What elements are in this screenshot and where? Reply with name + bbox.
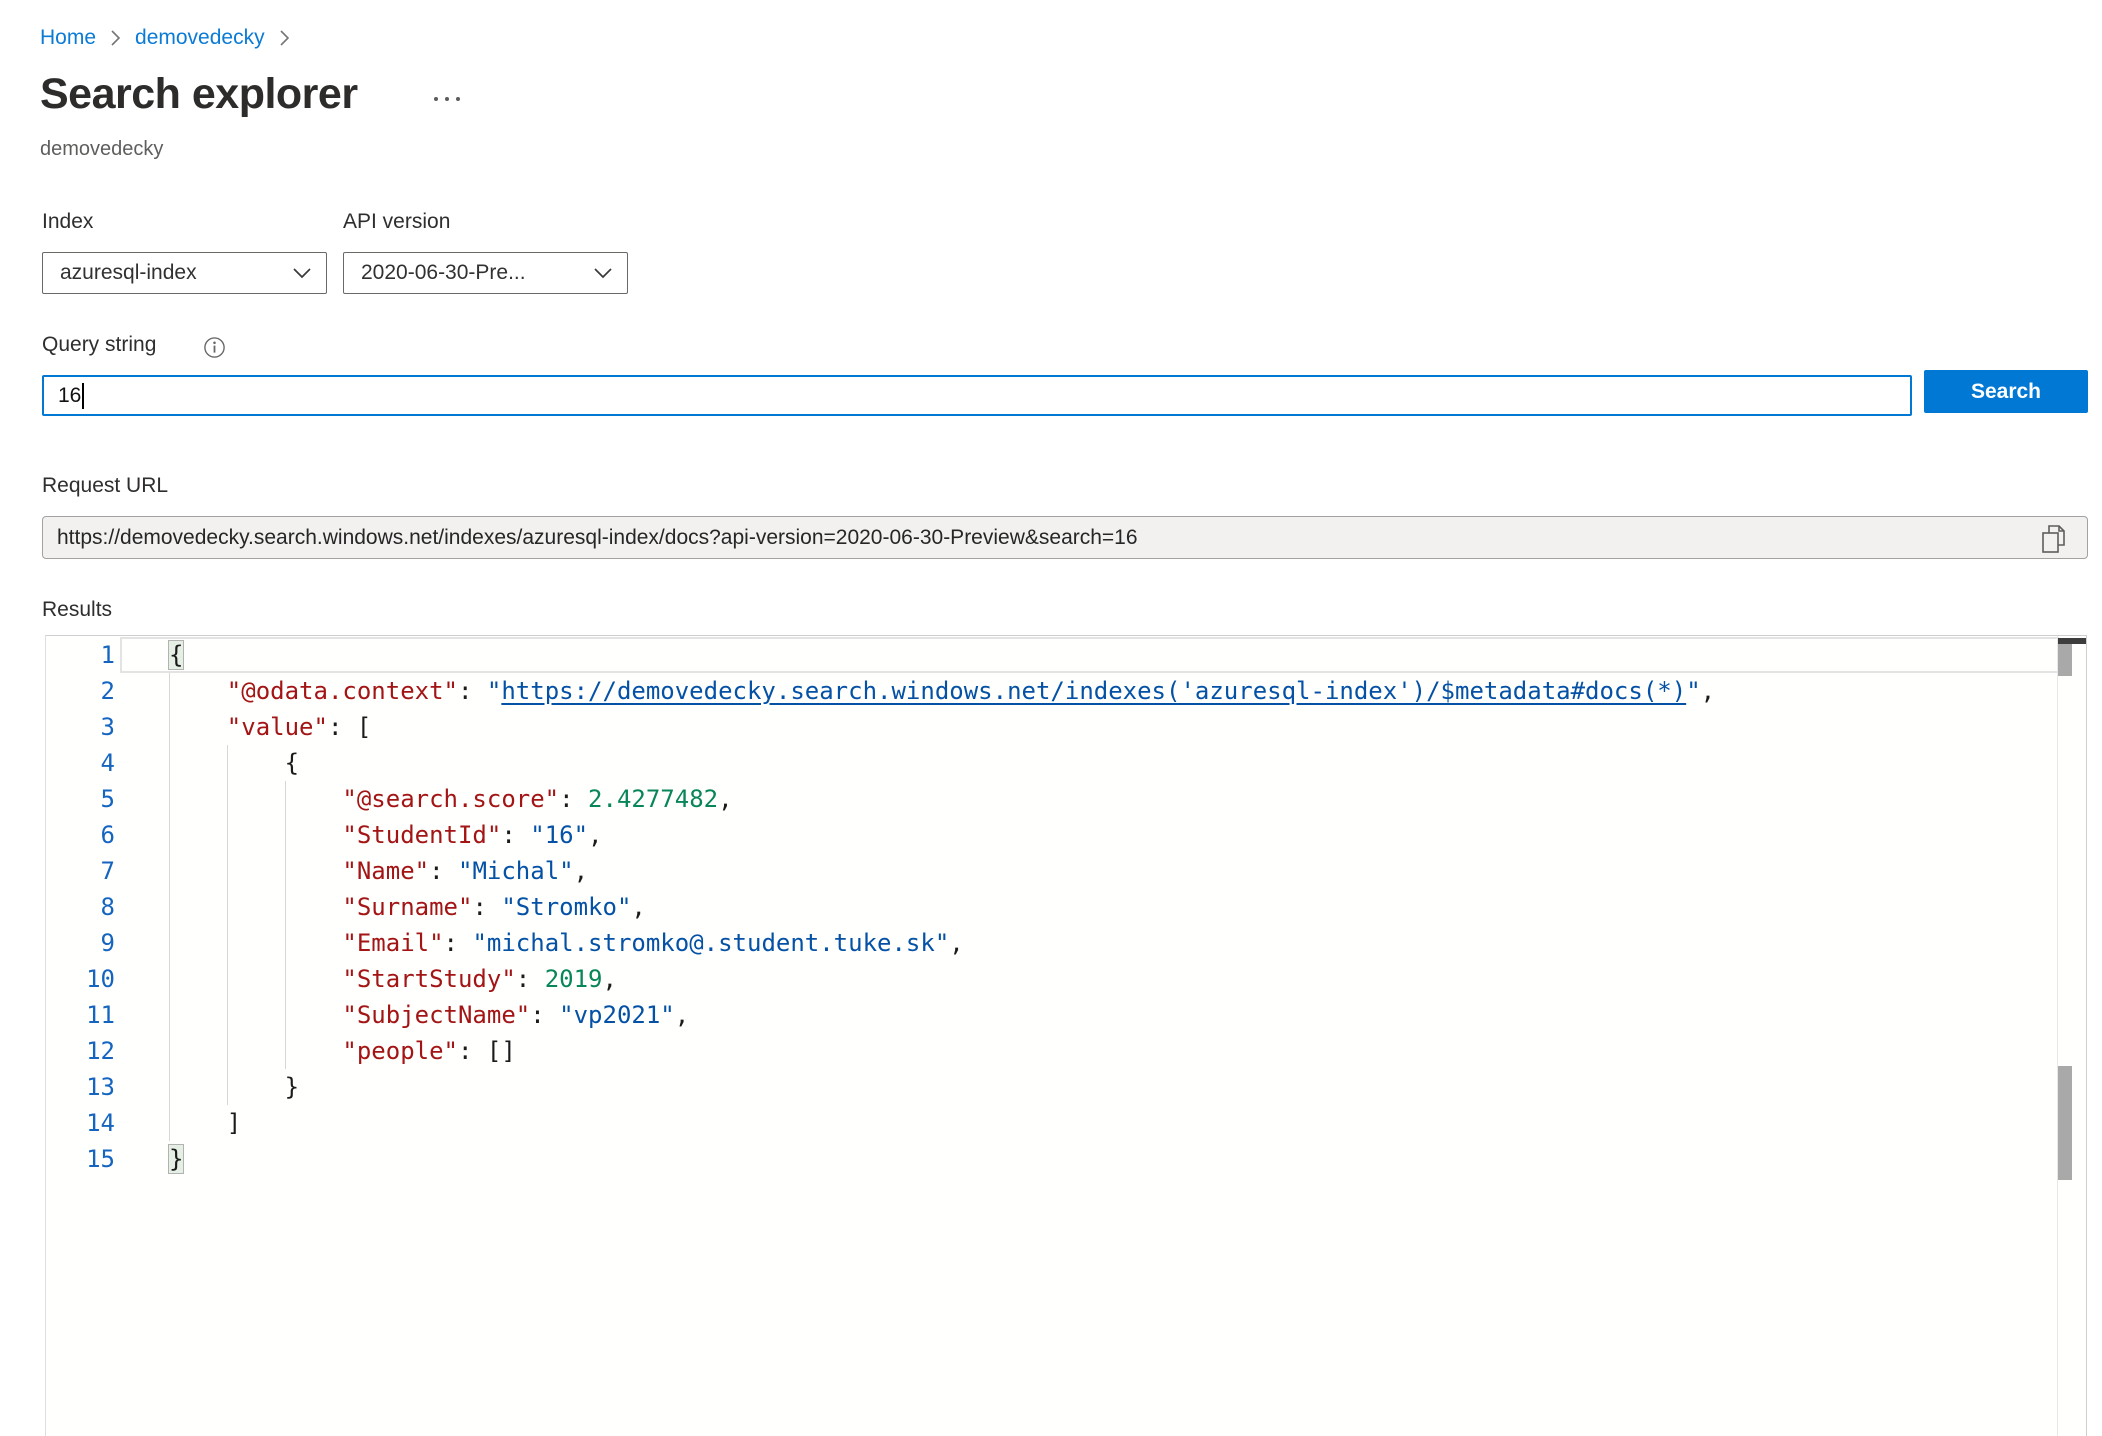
copy-icon[interactable]: [2040, 524, 2068, 554]
line-number: 4: [46, 745, 115, 781]
code-line[interactable]: 6 "StudentId": "16",: [46, 817, 2057, 853]
line-number: 3: [46, 709, 115, 745]
search-button[interactable]: Search: [1924, 370, 2088, 413]
breadcrumb-link-demovedecky[interactable]: demovedecky: [135, 26, 265, 50]
chevron-right-icon: [110, 29, 121, 47]
code-text: "SubjectName": "vp2021",: [115, 997, 689, 1033]
code-line[interactable]: 12 "people": []: [46, 1033, 2057, 1069]
code-text: "StudentId": "16",: [115, 817, 603, 853]
line-number: 13: [46, 1069, 115, 1105]
line-number: 15: [46, 1141, 115, 1177]
code-text: "value": [: [115, 709, 371, 745]
api-version-dropdown[interactable]: 2020-06-30-Pre...: [343, 252, 628, 294]
query-string-label: Query string: [42, 333, 156, 357]
line-number: 10: [46, 961, 115, 997]
line-number: 12: [46, 1033, 115, 1069]
code-text: }: [115, 1141, 183, 1177]
code-text: ]: [115, 1105, 241, 1141]
api-version-dropdown-value: 2020-06-30-Pre...: [361, 261, 526, 285]
results-label: Results: [42, 598, 112, 622]
scrollbar-thumb[interactable]: [2058, 1066, 2072, 1180]
line-number: 2: [46, 673, 115, 709]
odata-context-link[interactable]: https://demovedecky.search.windows.net/i…: [501, 677, 1686, 705]
code-text: "Name": "Michal",: [115, 853, 588, 889]
code-line[interactable]: 2 "@odata.context": "https://demovedecky…: [46, 673, 2057, 709]
api-version-label: API version: [343, 210, 450, 234]
line-number: 8: [46, 889, 115, 925]
code-text: {: [115, 745, 299, 781]
index-dropdown-value: azuresql-index: [60, 261, 197, 285]
code-text: {: [115, 637, 183, 673]
code-text: "Surname": "Stromko",: [115, 889, 646, 925]
code-text: "@search.score": 2.4277482,: [115, 781, 733, 817]
chevron-right-icon: [279, 29, 290, 47]
code-line[interactable]: 7 "Name": "Michal",: [46, 853, 2057, 889]
editor-scrollbar: [2057, 636, 2086, 1436]
page-subtitle: demovedecky: [40, 138, 163, 161]
code-text: }: [115, 1069, 299, 1105]
page-title: Search explorer: [40, 70, 358, 119]
code-line[interactable]: 13 }: [46, 1069, 2057, 1105]
results-json-editor[interactable]: 1{2 "@odata.context": "https://demovedec…: [45, 635, 2087, 1436]
query-string-value: 16: [58, 384, 81, 408]
line-number: 14: [46, 1105, 115, 1141]
chevron-down-icon: [292, 267, 312, 279]
line-number: 5: [46, 781, 115, 817]
code-line[interactable]: 8 "Surname": "Stromko",: [46, 889, 2057, 925]
request-url-field[interactable]: https://demovedecky.search.windows.net/i…: [42, 516, 2088, 559]
code-text: "StartStudy": 2019,: [115, 961, 617, 997]
breadcrumb: Home demovedecky: [40, 26, 290, 50]
code-line[interactable]: 1{: [46, 637, 2057, 673]
scrollbar-thumb[interactable]: [2058, 644, 2072, 676]
line-number: 9: [46, 925, 115, 961]
code-line[interactable]: 9 "Email": "michal.stromko@.student.tuke…: [46, 925, 2057, 961]
code-text: "Email": "michal.stromko@.student.tuke.s…: [115, 925, 964, 961]
code-line[interactable]: 15}: [46, 1141, 2057, 1177]
code-text: "@odata.context": "https://demovedecky.s…: [115, 673, 1715, 709]
chevron-down-icon: [593, 267, 613, 279]
breadcrumb-link-home[interactable]: Home: [40, 26, 96, 50]
code-line[interactable]: 4 {: [46, 745, 2057, 781]
line-number: 7: [46, 853, 115, 889]
info-icon[interactable]: [203, 336, 226, 359]
code-lines[interactable]: 1{2 "@odata.context": "https://demovedec…: [46, 637, 2057, 1177]
more-options-icon[interactable]: [434, 97, 460, 101]
code-line[interactable]: 14 ]: [46, 1105, 2057, 1141]
code-line[interactable]: 3 "value": [: [46, 709, 2057, 745]
code-line[interactable]: 5 "@search.score": 2.4277482,: [46, 781, 2057, 817]
index-dropdown[interactable]: azuresql-index: [42, 252, 327, 294]
code-line[interactable]: 11 "SubjectName": "vp2021",: [46, 997, 2057, 1033]
code-text: "people": []: [115, 1033, 516, 1069]
line-number: 1: [46, 637, 115, 673]
text-cursor: [82, 383, 84, 409]
request-url-value: https://demovedecky.search.windows.net/i…: [57, 526, 1138, 550]
request-url-label: Request URL: [42, 474, 168, 498]
line-number: 11: [46, 997, 115, 1033]
code-line[interactable]: 10 "StartStudy": 2019,: [46, 961, 2057, 997]
line-number: 6: [46, 817, 115, 853]
index-label: Index: [42, 210, 93, 234]
query-string-input[interactable]: 16: [42, 375, 1912, 416]
